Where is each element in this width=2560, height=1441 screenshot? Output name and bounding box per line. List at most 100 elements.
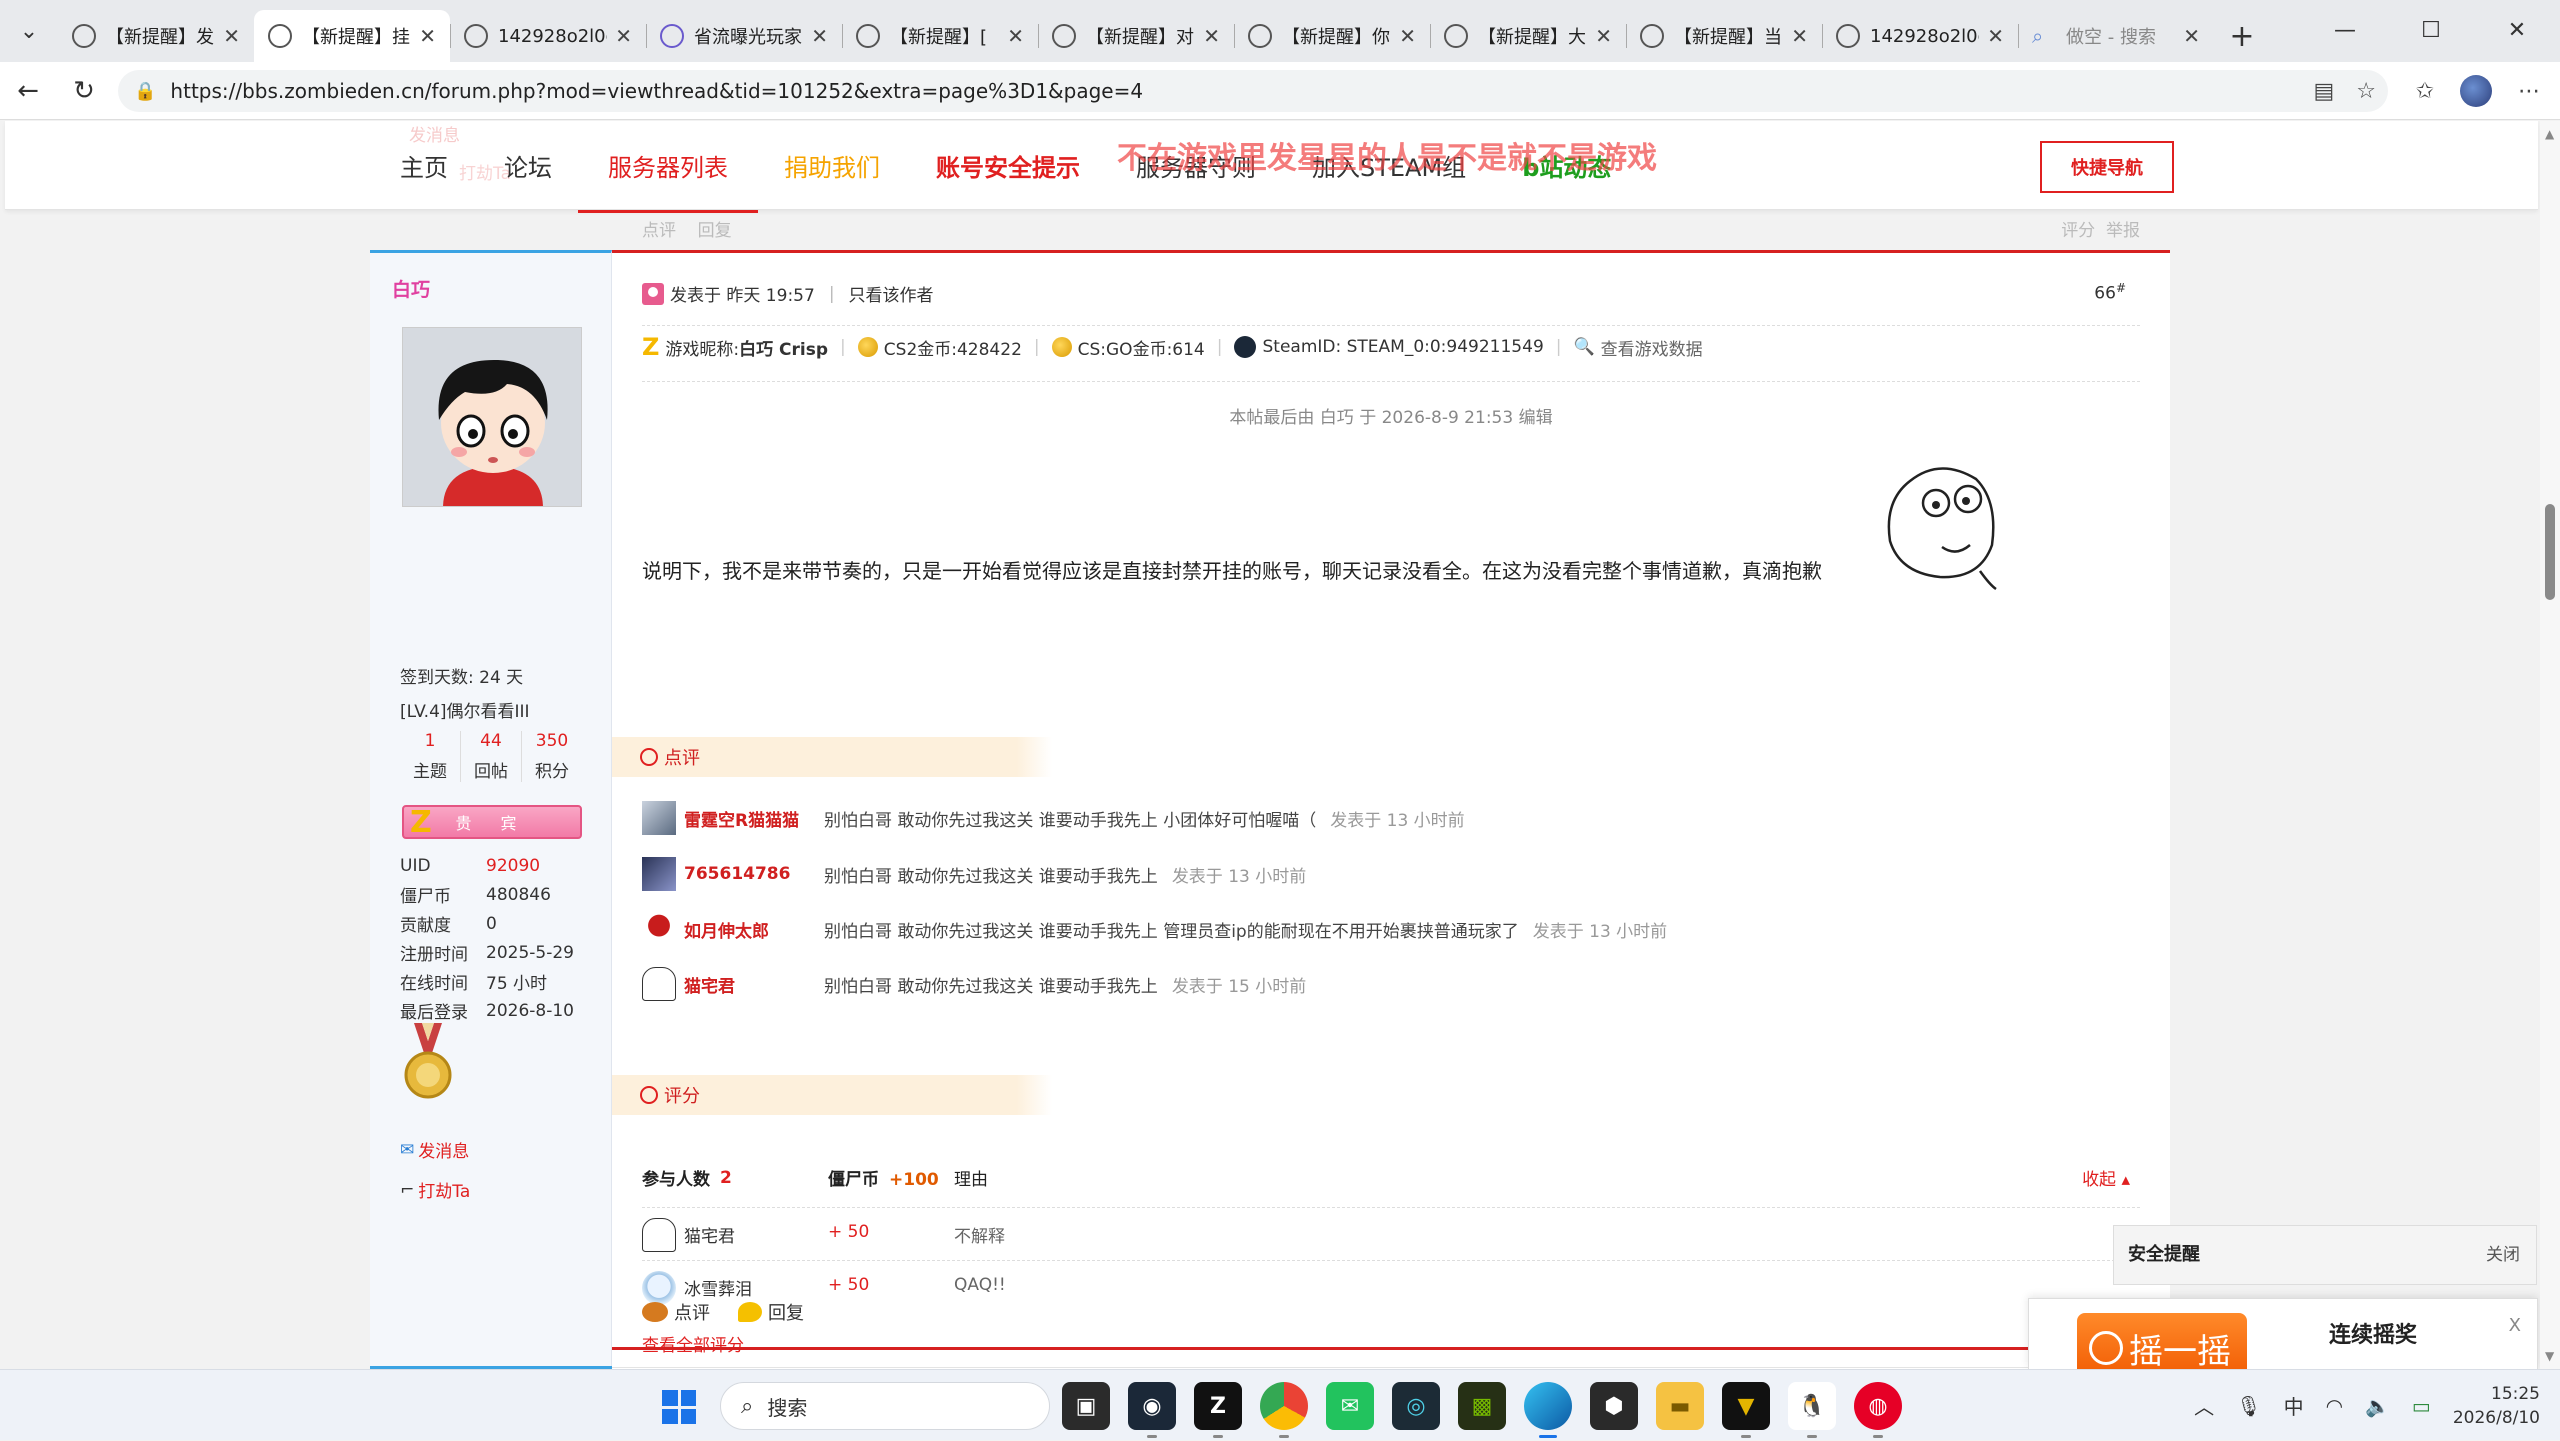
close-tab-icon[interactable]: ✕: [615, 24, 632, 48]
steam-icon[interactable]: ◉: [1128, 1382, 1176, 1438]
close-tab-icon[interactable]: ✕: [1399, 24, 1416, 48]
close-tab-icon[interactable]: ✕: [811, 24, 828, 48]
browser-tab[interactable]: 【新提醒】发 ✕: [58, 10, 254, 62]
info-value[interactable]: 92090: [486, 856, 540, 876]
back-button[interactable]: ←: [0, 62, 56, 120]
author-stat[interactable]: 44 回帖: [461, 731, 522, 782]
view-game-data-link[interactable]: 查看游戏数据: [1601, 335, 1703, 360]
close-tab-icon[interactable]: ✕: [2183, 24, 2200, 48]
cube-app-icon[interactable]: ⬢: [1590, 1382, 1638, 1430]
microphone-icon[interactable]: 🎙: [2236, 1394, 2261, 1418]
favorites-icon[interactable]: ✩: [2416, 79, 2434, 104]
browser-tab[interactable]: ⌕ 做空 - 搜索 ✕: [2018, 10, 2214, 62]
commenter-avatar[interactable]: [642, 967, 676, 1001]
more-menu-icon[interactable]: ⋯: [2518, 79, 2540, 104]
file-explorer-icon[interactable]: ▬: [1656, 1382, 1704, 1430]
site-nav-item[interactable]: 捐助我们: [784, 148, 880, 183]
task-view-icon[interactable]: ▣: [1062, 1382, 1110, 1430]
tray-chevron-icon[interactable]: ︿: [2194, 1391, 2214, 1420]
author-stat[interactable]: 350 积分: [522, 731, 582, 782]
csgo-icon[interactable]: ▼: [1722, 1382, 1770, 1438]
commenter-name[interactable]: 765614786: [684, 864, 824, 884]
browser-tab[interactable]: 【新提醒】你 ✕: [1234, 10, 1430, 62]
site-nav-item[interactable]: 账号安全提示: [936, 148, 1080, 183]
close-tab-icon[interactable]: ✕: [419, 24, 436, 48]
browser-tab[interactable]: 142928o2l0q ✕: [1822, 10, 2018, 62]
browser-tab[interactable]: 【新提醒】当 ✕: [1626, 10, 1822, 62]
prev-report-link[interactable]: 举报: [2106, 221, 2140, 241]
rater-name[interactable]: 冰雪葬泪: [684, 1275, 752, 1300]
chrome-icon[interactable]: [1260, 1382, 1308, 1438]
commenter-name[interactable]: 雷霆空R猫猫猫: [684, 806, 824, 831]
wifi-icon[interactable]: ◠: [2326, 1394, 2343, 1418]
close-tab-icon[interactable]: ✕: [1203, 24, 1220, 48]
commenter-avatar[interactable]: [642, 801, 676, 835]
browser-tab[interactable]: 省流曝光玩家 ✕: [646, 10, 842, 62]
minimize-button[interactable]: —: [2302, 0, 2388, 60]
wechat-icon[interactable]: ✉: [1326, 1382, 1374, 1430]
url-field[interactable]: 🔒 https://bbs.zombieden.cn/forum.php?mod…: [118, 70, 2388, 112]
security-close-button[interactable]: 关闭: [2486, 1240, 2520, 1265]
medal-icon[interactable]: [400, 1023, 456, 1103]
rater-name[interactable]: 猫宅君: [684, 1222, 735, 1247]
close-tab-icon[interactable]: ✕: [1987, 24, 2004, 48]
battery-icon[interactable]: ▭: [2412, 1394, 2431, 1418]
scroll-down-icon[interactable]: ▼: [2545, 1349, 2554, 1363]
prev-reply-link[interactable]: 回复: [698, 221, 732, 241]
lock-icon[interactable]: 🔒: [134, 81, 156, 102]
rob-link[interactable]: ⌐ 打劫Ta: [400, 1177, 470, 1203]
browser-tab[interactable]: 【新提醒】对 ✕: [1038, 10, 1234, 62]
collapse-ratings-link[interactable]: 收起 ▴: [2082, 1165, 2130, 1190]
scrollbar-thumb[interactable]: [2545, 504, 2555, 600]
reading-view-icon[interactable]: ▤: [2313, 79, 2334, 104]
qq-icon[interactable]: 🐧: [1788, 1382, 1836, 1438]
rater-avatar[interactable]: [642, 1218, 676, 1252]
commenter-avatar[interactable]: [642, 857, 676, 891]
author-avatar[interactable]: [402, 327, 582, 507]
page-scrollbar[interactable]: ▲ ▼: [2540, 121, 2560, 1369]
shake-close-button[interactable]: X: [2509, 1315, 2521, 1336]
taskbar-search[interactable]: ⌕ 搜索: [720, 1382, 1050, 1430]
close-tab-icon[interactable]: ✕: [1007, 24, 1024, 48]
ime-icon[interactable]: 中: [2284, 1391, 2304, 1420]
scroll-up-icon[interactable]: ▲: [2545, 127, 2554, 141]
tab-actions-chevron-icon[interactable]: ⌄: [0, 0, 58, 62]
site-nav-item[interactable]: 服务器列表: [578, 148, 758, 213]
send-message-link[interactable]: ✉ 发消息: [400, 1137, 469, 1163]
z-app-icon[interactable]: Z: [1194, 1382, 1242, 1438]
close-tab-icon[interactable]: ✕: [1791, 24, 1808, 48]
clock[interactable]: 15:25 2026/8/10: [2453, 1382, 2540, 1430]
browser-tab[interactable]: 【新提醒】大 ✕: [1430, 10, 1626, 62]
prev-rate-link[interactable]: 评分: [2061, 221, 2095, 241]
close-tab-icon[interactable]: ✕: [223, 24, 240, 48]
close-window-button[interactable]: ✕: [2474, 0, 2560, 60]
prev-comment-link[interactable]: 点评: [642, 221, 676, 241]
start-button[interactable]: [662, 1390, 696, 1424]
volume-icon[interactable]: 🔈: [2365, 1394, 2390, 1418]
quick-nav-button[interactable]: 快捷导航: [2040, 141, 2174, 193]
author-name[interactable]: 白巧: [392, 275, 430, 302]
author-stat[interactable]: 1 主题: [400, 731, 461, 782]
view-all-ratings-link[interactable]: 查看全部评分: [642, 1331, 744, 1356]
close-tab-icon[interactable]: ✕: [1595, 24, 1612, 48]
site-nav-item[interactable]: 主页: [400, 148, 448, 183]
floor-number[interactable]: 66#: [2094, 281, 2126, 304]
profile-avatar[interactable]: [2460, 75, 2492, 107]
only-author-link[interactable]: 只看该作者: [849, 281, 934, 306]
maximize-button[interactable]: ☐: [2388, 0, 2474, 60]
browser-tab[interactable]: 【新提醒】[✕: [842, 10, 1038, 62]
edge-icon[interactable]: [1524, 1382, 1572, 1438]
comment-button[interactable]: 点评: [642, 1299, 710, 1325]
commenter-name[interactable]: 如月伸太郎: [684, 917, 824, 942]
browser-tab[interactable]: 【新提醒】挂 ✕: [254, 10, 450, 62]
netease-music-icon[interactable]: ◍: [1854, 1382, 1902, 1438]
game-launcher-icon[interactable]: ◎: [1392, 1382, 1440, 1430]
favorite-star-icon[interactable]: ☆: [2356, 79, 2376, 104]
reply-button[interactable]: 回复: [738, 1299, 804, 1325]
nvidia-icon[interactable]: ▩: [1458, 1382, 1506, 1430]
site-nav-item[interactable]: 论坛: [504, 148, 552, 183]
new-tab-button[interactable]: +: [2214, 10, 2270, 62]
commenter-avatar[interactable]: [642, 912, 676, 946]
shake-button[interactable]: 摇一摇: [2077, 1313, 2247, 1369]
user-level[interactable]: [LV.4]偶尔看看III: [400, 697, 530, 722]
